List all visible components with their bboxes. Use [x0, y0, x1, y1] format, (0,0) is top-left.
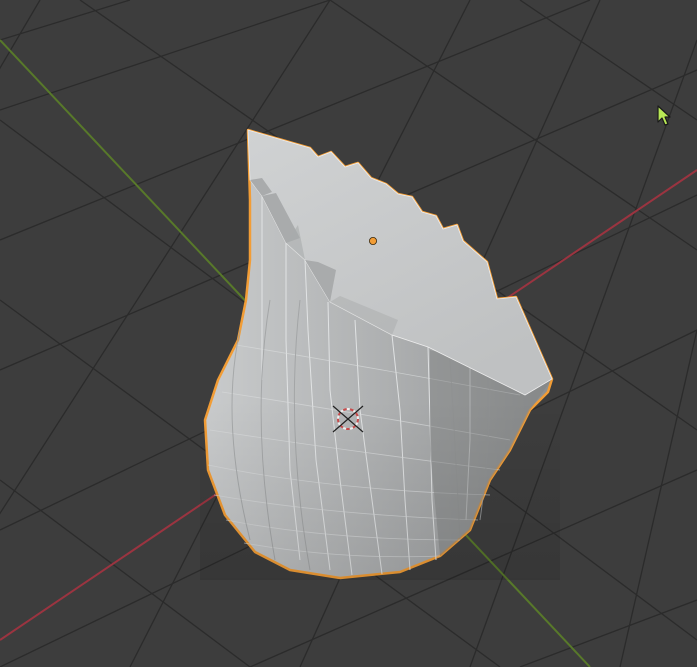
bottom-shade [200, 400, 560, 580]
3d-viewport[interactable] [0, 0, 697, 667]
3d-cursor-icon[interactable] [332, 405, 364, 433]
viewport-scene[interactable] [0, 0, 697, 667]
object-origin-dot[interactable] [368, 236, 377, 245]
arrow-cursor-icon [657, 105, 671, 126]
mesh-object[interactable] [200, 128, 560, 580]
